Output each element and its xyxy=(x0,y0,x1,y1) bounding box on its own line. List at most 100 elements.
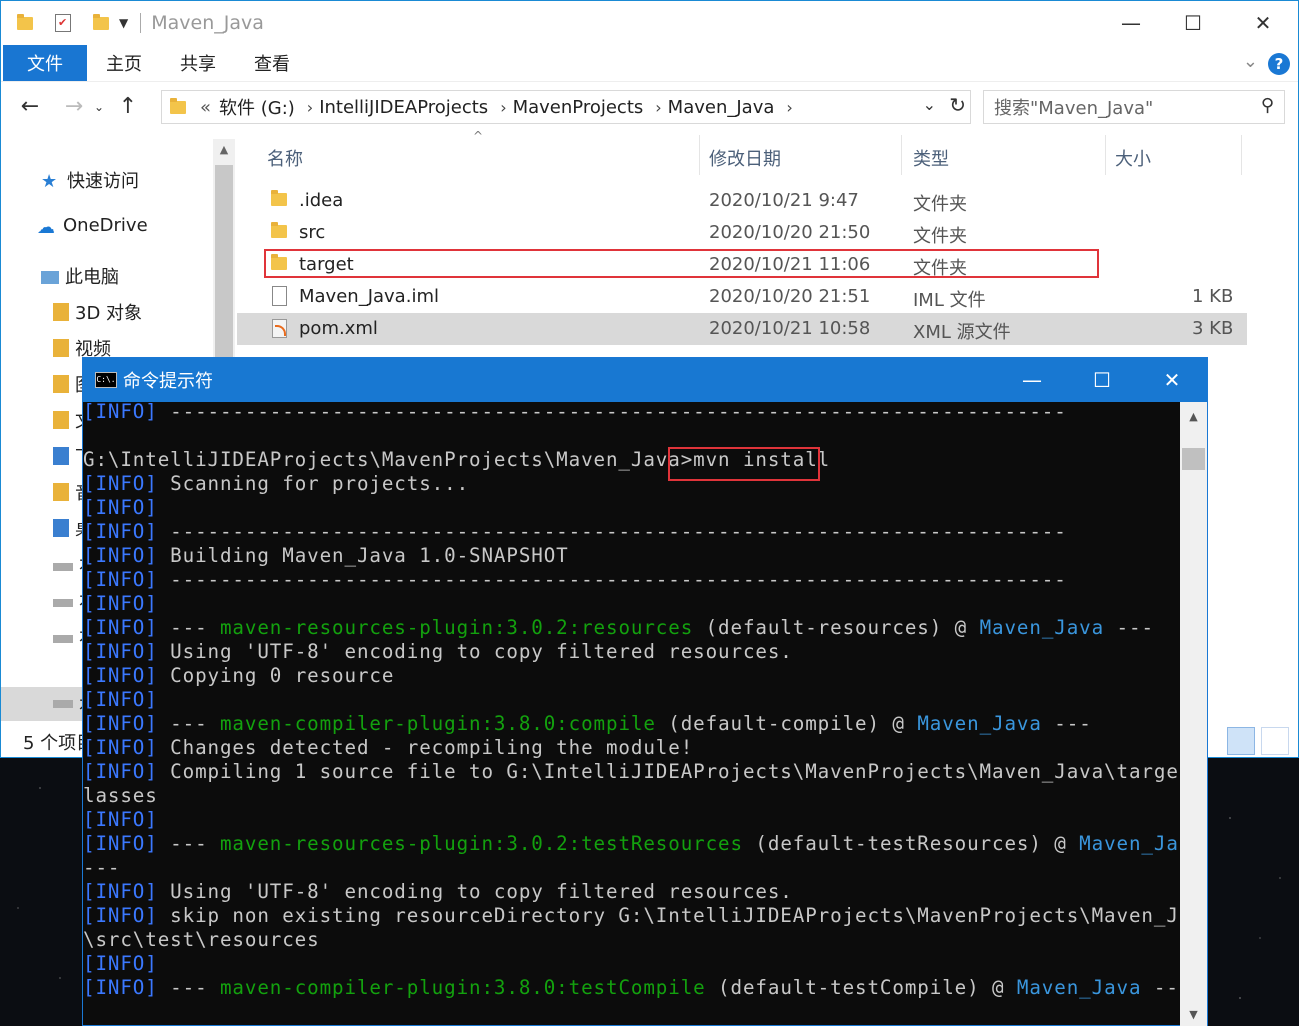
console-line: [INFO] Using 'UTF-8' encoding to copy fi… xyxy=(83,880,1179,904)
address-dropdown-icon[interactable]: ⌄ xyxy=(923,95,936,114)
nav-label: 快速访问 xyxy=(67,171,139,192)
scroll-down-icon[interactable]: ▼ xyxy=(1180,1008,1207,1021)
refresh-icon[interactable]: ↻ xyxy=(949,93,966,117)
tab-home[interactable]: 主页 xyxy=(87,45,161,81)
console-output[interactable]: [INFO] ---------------------------------… xyxy=(83,402,1179,1026)
column-divider[interactable] xyxy=(1241,135,1242,175)
console-line: [INFO] xyxy=(83,952,1179,976)
details-view-icon[interactable] xyxy=(1227,727,1255,755)
chevron-right-icon[interactable]: › xyxy=(500,98,506,117)
line-text: --- xyxy=(157,616,220,639)
chevron-right-icon[interactable]: › xyxy=(307,98,313,117)
scroll-thumb[interactable] xyxy=(215,165,233,365)
line-text: Compiling 1 source file to G:\IntelliJID… xyxy=(157,760,1179,783)
file-row-selected[interactable]: pom.xml 2020/10/21 10:58 XML 源文件 3 KB xyxy=(237,313,1247,345)
column-divider[interactable] xyxy=(1105,135,1106,175)
breadcrumb-mavenprojects[interactable]: MavenProjects xyxy=(513,97,644,118)
music-folder-icon xyxy=(53,483,69,501)
file-row[interactable]: Maven_Java.iml 2020/10/20 21:51 IML 文件 1… xyxy=(237,281,1247,313)
chevron-down-icon[interactable]: ▼ xyxy=(119,16,128,30)
column-modified[interactable]: 修改日期 xyxy=(709,145,781,171)
scroll-up-icon[interactable]: ▲ xyxy=(213,143,235,156)
folder-icon xyxy=(271,254,287,270)
breadcrumb-maven-java[interactable]: Maven_Java xyxy=(668,97,775,118)
column-size[interactable]: 大小 xyxy=(1115,145,1151,171)
large-icons-view-icon[interactable] xyxy=(1261,727,1289,755)
file-row[interactable]: src 2020/10/20 21:50 文件夹 xyxy=(237,217,1247,249)
drive-icon xyxy=(53,563,73,571)
overflow-indicator[interactable]: « xyxy=(200,97,211,118)
line-text: (default-testResources) @ xyxy=(742,832,1080,855)
info-tag: [INFO] xyxy=(83,496,158,519)
column-divider[interactable] xyxy=(901,135,902,175)
console-line: lasses xyxy=(83,784,1179,808)
minimize-button[interactable]: — xyxy=(1101,1,1161,45)
nav-this-pc[interactable]: 此电脑 xyxy=(41,263,119,289)
column-type[interactable]: 类型 xyxy=(913,145,949,171)
console-line: [INFO] xyxy=(83,808,1179,832)
project-name: Maven_Java xyxy=(1079,832,1179,855)
info-tag: [INFO] xyxy=(83,544,158,567)
maximize-button[interactable]: ☐ xyxy=(1163,1,1223,45)
file-type: IML 文件 xyxy=(913,290,986,311)
console-line: [INFO] Changes detected - recompiling th… xyxy=(83,736,1179,760)
expand-ribbon-icon[interactable]: ⌄ xyxy=(1243,51,1258,72)
info-tag: [INFO] xyxy=(83,808,158,831)
drive-icon xyxy=(53,700,73,708)
console-line: [INFO] --- maven-resources-plugin:3.0.2:… xyxy=(83,616,1179,640)
plugin-name: maven-resources-plugin:3.0.2:resources xyxy=(219,616,694,639)
maximize-button[interactable]: ☐ xyxy=(1067,358,1137,402)
tab-view[interactable]: 查看 xyxy=(235,45,309,81)
up-arrow-icon[interactable]: ↑ xyxy=(113,94,143,119)
line-text: --- xyxy=(157,976,220,999)
address-row: ← → ⌄ ↑ « 软件 (G:) › IntelliJIDEAProjects… xyxy=(1,81,1298,131)
column-name[interactable]: 名称 xyxy=(267,145,303,171)
column-divider[interactable] xyxy=(699,135,700,175)
search-input[interactable]: 搜索"Maven_Java" ⚲ xyxy=(983,90,1285,124)
file-row[interactable]: .idea 2020/10/21 9:47 文件夹 xyxy=(237,185,1247,217)
sort-ascending-icon: ^ xyxy=(473,129,484,143)
scroll-thumb[interactable] xyxy=(1182,448,1205,470)
scroll-up-icon[interactable]: ▲ xyxy=(1180,410,1207,423)
line-text: --- xyxy=(157,712,220,735)
explorer-titlebar: ▼ Maven_Java — ☐ ✕ xyxy=(1,1,1298,45)
back-arrow-icon[interactable]: ← xyxy=(15,94,45,119)
console-line: [INFO] ---------------------------------… xyxy=(83,520,1179,544)
video-folder-icon xyxy=(53,339,69,357)
tab-share[interactable]: 共享 xyxy=(161,45,235,81)
project-name: Maven_Java xyxy=(917,712,1042,735)
file-name: src xyxy=(299,222,326,243)
file-row-target[interactable]: target 2020/10/21 11:06 文件夹 xyxy=(237,249,1247,281)
breadcrumb-intellijideaprojects[interactable]: IntelliJIDEAProjects xyxy=(319,97,488,118)
search-icon[interactable]: ⚲ xyxy=(1261,95,1274,116)
chevron-right-icon[interactable]: › xyxy=(655,98,661,117)
nav-3d-objects[interactable]: 3D 对象 xyxy=(53,299,142,325)
info-tag: [INFO] xyxy=(83,952,158,975)
address-bar[interactable]: « 软件 (G:) › IntelliJIDEAProjects › Maven… xyxy=(161,90,971,124)
line-text: --- xyxy=(157,832,220,855)
nav-onedrive[interactable]: ☁ OneDrive xyxy=(37,215,148,238)
breadcrumb-drive[interactable]: 软件 (G:) xyxy=(219,94,295,120)
close-button[interactable]: ✕ xyxy=(1233,1,1293,45)
properties-icon[interactable] xyxy=(55,14,71,32)
new-folder-icon[interactable] xyxy=(93,13,109,30)
folder-icon xyxy=(53,303,69,321)
help-icon[interactable]: ? xyxy=(1268,53,1290,75)
console-line: [INFO] xyxy=(83,688,1179,712)
recent-locations-icon[interactable]: ⌄ xyxy=(89,100,109,114)
tab-file[interactable]: 文件 xyxy=(3,45,87,81)
project-name: Maven_Java xyxy=(1016,976,1142,999)
close-button[interactable]: ✕ xyxy=(1137,358,1207,402)
chevron-right-icon[interactable]: › xyxy=(786,98,792,117)
plugin-name: maven-compiler-plugin:3.8.0:compile xyxy=(219,712,656,735)
folder-icon xyxy=(271,222,287,238)
cloud-icon: ☁ xyxy=(37,216,55,238)
drive-icon xyxy=(53,635,73,643)
file-type: XML 源文件 xyxy=(913,322,1011,343)
console-scrollbar[interactable]: ▲ ▼ xyxy=(1180,402,1207,1026)
star-icon: ★ xyxy=(41,171,58,192)
forward-arrow-icon[interactable]: → xyxy=(59,94,89,119)
minimize-button[interactable]: — xyxy=(997,358,1067,402)
nav-quick-access[interactable]: ★ 快速访问 xyxy=(41,167,139,193)
